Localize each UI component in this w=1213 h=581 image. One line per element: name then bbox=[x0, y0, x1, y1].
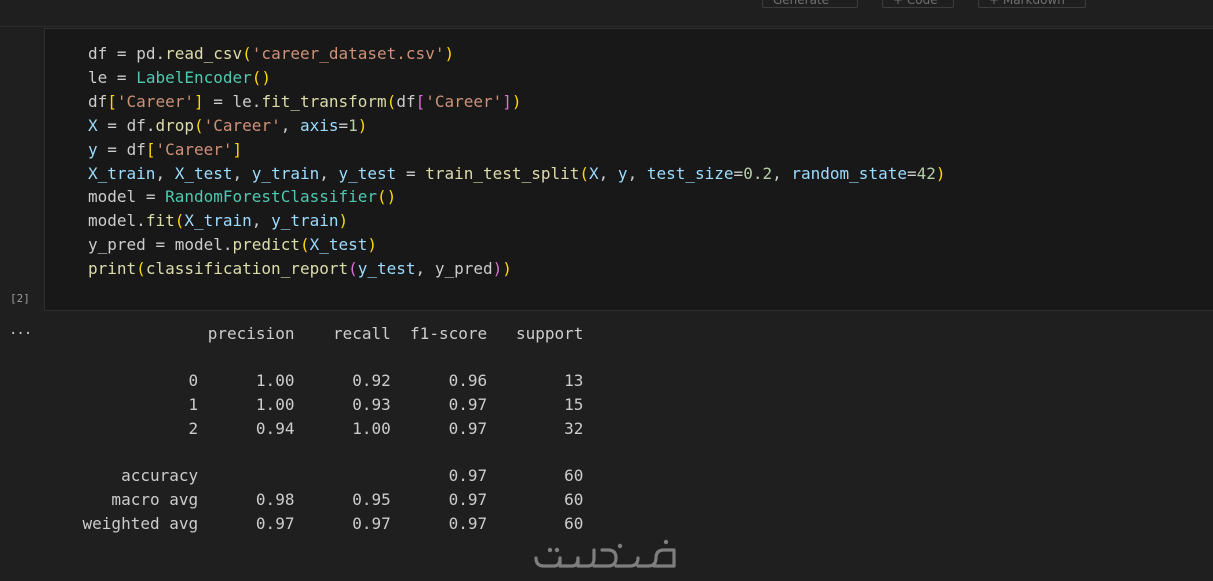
generate-button[interactable]: Generate bbox=[762, 0, 858, 8]
cell-output: precision recall f1-score support 0 1.00… bbox=[44, 322, 584, 535]
add-markdown-button[interactable]: + Markdown bbox=[978, 0, 1086, 8]
code-line: le = LabelEncoder() bbox=[88, 67, 272, 87]
execution-count: [2] bbox=[10, 292, 30, 305]
code-line: model.fit(X_train, y_train) bbox=[88, 211, 349, 231]
toolbar-divider bbox=[0, 26, 1213, 27]
khamsat-logo-icon bbox=[534, 539, 676, 568]
report-row: 0 1.00 0.92 0.96 13 bbox=[44, 371, 584, 391]
code-line: df = pd.read_csv('career_dataset.csv') bbox=[88, 44, 455, 63]
code-line: y_pred = model.predict(X_test) bbox=[88, 235, 378, 255]
report-row: 1 1.00 0.93 0.97 15 bbox=[44, 395, 584, 415]
code-line: X = df.drop('Career', axis=1) bbox=[88, 115, 368, 135]
code-line: X_train, X_test, y_train, y_test = train… bbox=[88, 163, 946, 183]
report-summary-row: weighted avg 0.97 0.97 0.97 60 bbox=[44, 513, 584, 533]
code-line: y = df['Career'] bbox=[88, 139, 243, 159]
code-cell[interactable]: df = pd.read_csv('career_dataset.csv') l… bbox=[44, 28, 1213, 311]
notebook-toolbar: Generate + Code + Markdown bbox=[762, 0, 1086, 10]
code-line: model = RandomForestClassifier() bbox=[88, 187, 397, 207]
output-menu-icon[interactable]: ... bbox=[9, 322, 32, 338]
report-row: 2 0.94 1.00 0.97 32 bbox=[44, 418, 584, 438]
add-code-button[interactable]: + Code bbox=[882, 0, 954, 8]
code-editor[interactable]: df = pd.read_csv('career_dataset.csv') l… bbox=[88, 42, 946, 281]
report-header: precision recall f1-score support bbox=[44, 324, 584, 343]
report-summary-row: accuracy 0.97 60 bbox=[44, 466, 584, 486]
report-summary-row: macro avg 0.98 0.95 0.97 60 bbox=[44, 489, 584, 509]
code-line: print(classification_report(y_test, y_pr… bbox=[88, 259, 512, 279]
code-line: df['Career'] = le.fit_transform(df['Care… bbox=[88, 91, 522, 111]
